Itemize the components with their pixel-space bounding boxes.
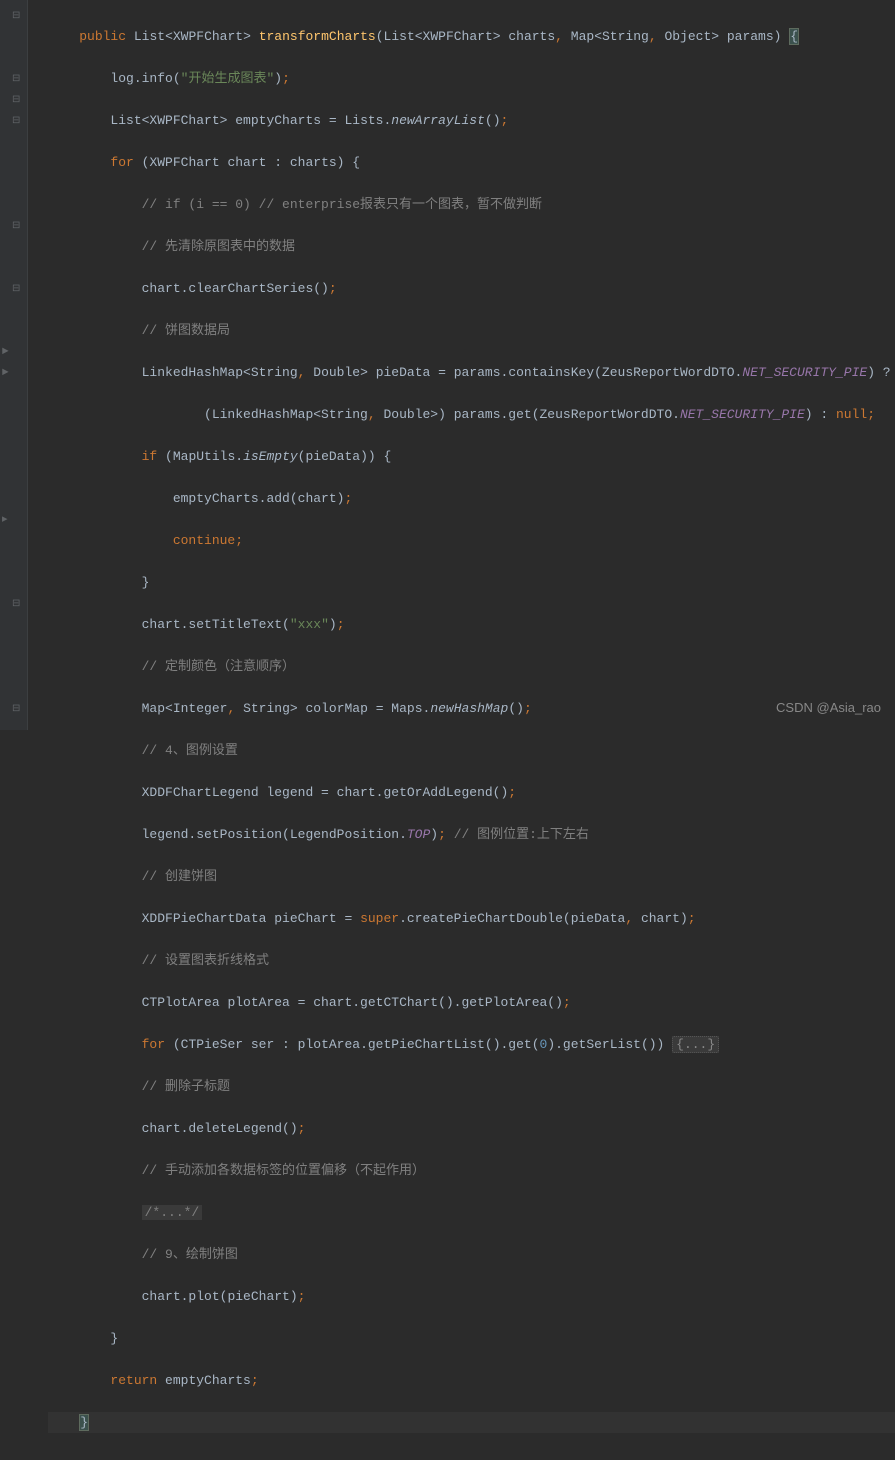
code-line: /*...*/ bbox=[48, 1202, 895, 1223]
fold-marker[interactable]: ⊟ bbox=[12, 699, 22, 709]
arrow-marker: ▸ bbox=[2, 510, 8, 531]
code-line: return emptyCharts; bbox=[48, 1370, 895, 1391]
code-line: } bbox=[48, 1328, 895, 1349]
fold-marker[interactable]: ⊟ bbox=[12, 216, 22, 226]
arrow-marker: ► bbox=[2, 363, 9, 384]
code-line: // 饼图数据局 bbox=[48, 320, 895, 341]
code-line: // 创建饼图 bbox=[48, 866, 895, 887]
code-line: emptyCharts.add(chart); bbox=[48, 488, 895, 509]
fold-marker[interactable]: ⊟ bbox=[12, 90, 22, 100]
code-line: // 先清除原图表中的数据 bbox=[48, 236, 895, 257]
code-line: log.info("开始生成图表"); bbox=[48, 68, 895, 89]
code-line: chart.plot(pieChart); bbox=[48, 1286, 895, 1307]
code-line: // 删除子标题 bbox=[48, 1076, 895, 1097]
code-line: } bbox=[48, 1412, 895, 1433]
fold-marker[interactable]: ⊟ bbox=[12, 6, 22, 16]
folded-comment[interactable]: /*...*/ bbox=[142, 1205, 203, 1220]
code-line: chart.setTitleText("xxx"); bbox=[48, 614, 895, 635]
code-area[interactable]: public List<XWPFChart> transformCharts(L… bbox=[28, 0, 895, 730]
folded-region[interactable]: {...} bbox=[672, 1036, 719, 1053]
code-line: LinkedHashMap<String, Double> pieData = … bbox=[48, 362, 895, 383]
code-line: continue; bbox=[48, 530, 895, 551]
editor-area: ⊟ ⊟ ⊟ ⊟ ⊟ ⊟ ► ► ▸ ⊟ ⊟ public List<XWPFCh… bbox=[0, 0, 895, 730]
code-line: legend.setPosition(LegendPosition.TOP); … bbox=[48, 824, 895, 845]
code-line: XDDFPieChartData pieChart = super.create… bbox=[48, 908, 895, 929]
fold-marker[interactable]: ⊟ bbox=[12, 111, 22, 121]
code-line: (LinkedHashMap<String, Double>) params.g… bbox=[48, 404, 895, 425]
code-line: // if (i == 0) // enterprise报表只有一个图表，暂不做… bbox=[48, 194, 895, 215]
code-line: public List<XWPFChart> transformCharts(L… bbox=[48, 26, 895, 47]
code-line: } bbox=[48, 572, 895, 593]
fold-marker[interactable]: ⊟ bbox=[12, 594, 22, 604]
code-line: for (CTPieSer ser : plotArea.getPieChart… bbox=[48, 1034, 895, 1055]
code-line: // 手动添加各数据标签的位置偏移（不起作用） bbox=[48, 1160, 895, 1181]
code-line: List<XWPFChart> emptyCharts = Lists.newA… bbox=[48, 110, 895, 131]
code-line: CTPlotArea plotArea = chart.getCTChart()… bbox=[48, 992, 895, 1013]
code-line: // 4、图例设置 bbox=[48, 740, 895, 761]
arrow-marker: ► bbox=[2, 342, 9, 363]
code-line: // 9、绘制饼图 bbox=[48, 1244, 895, 1265]
fold-marker[interactable]: ⊟ bbox=[12, 279, 22, 289]
code-line: // 定制颜色（注意顺序） bbox=[48, 656, 895, 677]
code-line: for (XWPFChart chart : charts) { bbox=[48, 152, 895, 173]
code-line: Map<Integer, String> colorMap = Maps.new… bbox=[48, 698, 895, 719]
watermark: CSDN @Asia_rao bbox=[776, 697, 881, 718]
fold-marker[interactable]: ⊟ bbox=[12, 69, 22, 79]
gutter: ⊟ ⊟ ⊟ ⊟ ⊟ ⊟ ► ► ▸ ⊟ ⊟ bbox=[0, 0, 28, 730]
code-line: chart.clearChartSeries(); bbox=[48, 278, 895, 299]
code-line: XDDFChartLegend legend = chart.getOrAddL… bbox=[48, 782, 895, 803]
code-line: if (MapUtils.isEmpty(pieData)) { bbox=[48, 446, 895, 467]
code-line: chart.deleteLegend(); bbox=[48, 1118, 895, 1139]
code-line: // 设置图表折线格式 bbox=[48, 950, 895, 971]
